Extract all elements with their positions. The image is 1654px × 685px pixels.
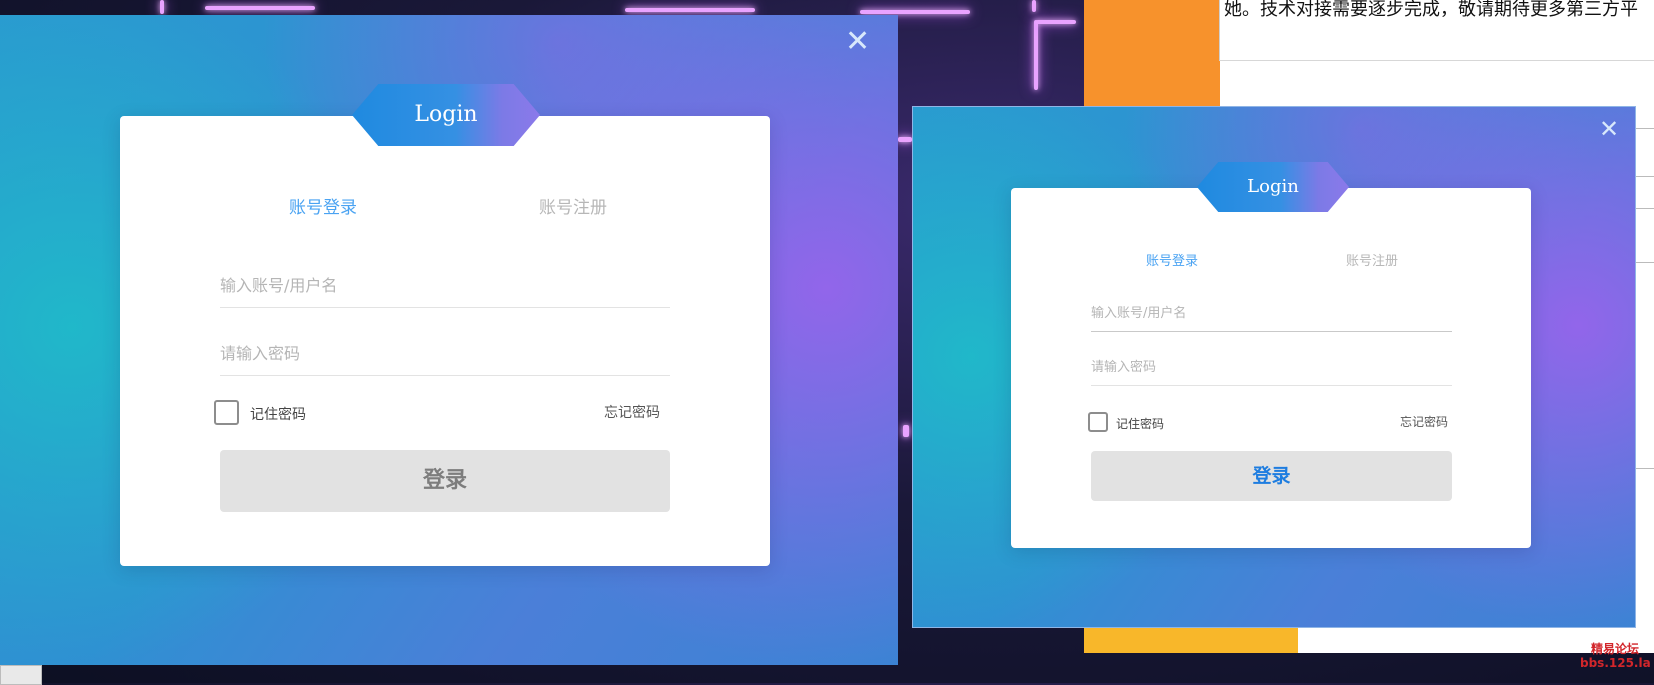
- background-divider: [1636, 468, 1654, 469]
- tab-account-register[interactable]: 账号注册: [1346, 250, 1398, 269]
- remember-label: 记住密码: [250, 407, 306, 423]
- neon-line: [860, 10, 970, 14]
- neon-line: [205, 6, 315, 10]
- password-field: [1091, 350, 1452, 386]
- close-icon[interactable]: ✕: [1599, 117, 1619, 141]
- forgot-password-link[interactable]: 忘记密码: [1400, 413, 1448, 430]
- login-window: ✕ Login 账号登录 账号注册 记住密码 忘记密码 登录: [0, 15, 898, 665]
- neon-line: [160, 0, 164, 14]
- login-window-small: ✕ Login 账号登录 账号注册 记住密码 忘记密码 登录: [912, 106, 1636, 628]
- username-input[interactable]: [220, 263, 670, 307]
- neon-line: [898, 137, 912, 142]
- tab-account-login[interactable]: 账号登录: [289, 193, 357, 218]
- neon-line: [1036, 20, 1076, 24]
- tab-account-login[interactable]: 账号登录: [1146, 250, 1198, 269]
- taskbar-fragment: [0, 665, 42, 685]
- remember-checkbox[interactable]: [214, 400, 239, 425]
- username-field: [220, 263, 670, 308]
- login-badge: Login: [352, 84, 540, 146]
- password-input[interactable]: [220, 331, 670, 375]
- login-button[interactable]: 登录: [1091, 451, 1452, 501]
- neon-line: [625, 8, 755, 12]
- neon-line: [1032, 0, 1036, 12]
- background-divider: [1636, 208, 1654, 209]
- background-text: 她。技术对接需要逐步完成，敬请期待更多第三方平: [1224, 0, 1638, 20]
- username-input[interactable]: [1091, 296, 1452, 331]
- neon-line: [903, 425, 909, 437]
- password-field: [220, 331, 670, 376]
- remember-checkbox[interactable]: [1088, 412, 1108, 432]
- close-icon[interactable]: ✕: [845, 27, 870, 57]
- login-badge: Login: [1197, 162, 1349, 212]
- background-divider: [1636, 262, 1654, 263]
- remember-label: 记住密码: [1116, 417, 1165, 431]
- neon-line: [1034, 20, 1038, 90]
- watermark-line: bbs.125.la: [1580, 656, 1651, 670]
- background-divider: [1636, 128, 1654, 129]
- login-button[interactable]: 登录: [220, 450, 670, 512]
- watermark-line: 精易论坛: [1590, 642, 1639, 656]
- password-input[interactable]: [1091, 350, 1452, 385]
- username-field: [1091, 296, 1452, 332]
- forgot-password-link[interactable]: 忘记密码: [604, 402, 660, 422]
- forum-watermark: 精易论坛 bbs.125.la: [1580, 642, 1651, 670]
- background-divider: [1636, 176, 1654, 177]
- tab-account-register[interactable]: 账号注册: [539, 193, 607, 218]
- background-orange-panel: [1084, 0, 1220, 106]
